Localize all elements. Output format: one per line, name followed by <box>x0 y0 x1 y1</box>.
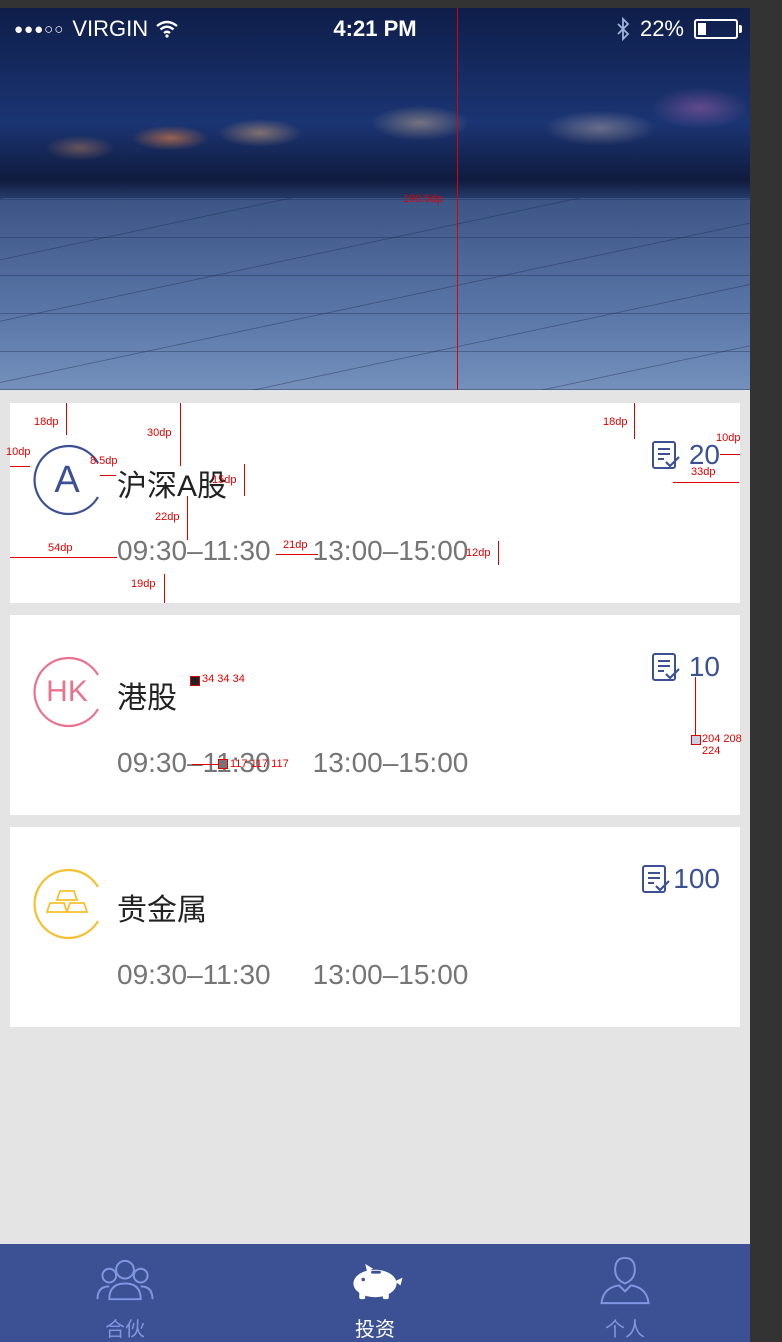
annotation-line <box>187 496 188 540</box>
tab-bar: 合伙 投资 个人 <box>0 1244 750 1342</box>
morning-session: 09:30–11:30 <box>117 535 271 566</box>
market-card-precious-metals[interactable]: 贵金属 09:30–11:30 13:00–15:00 100 <box>10 827 740 1027</box>
annotation-line <box>720 454 740 455</box>
gold-bars-icon <box>33 868 99 940</box>
tab-invest[interactable]: 投资 <box>250 1244 500 1342</box>
annotation-line <box>498 541 499 565</box>
annotation-logo-top: 30dp <box>147 427 172 439</box>
market-name: 贵金属 <box>117 894 207 927</box>
order-list-icon <box>651 441 680 469</box>
app-screen: ●●●○○ VIRGIN 4:21 PM 22% A 沪深A股 09:30–11… <box>0 8 750 1342</box>
battery-percent: 22% <box>639 16 684 41</box>
annotation-time-gap: 21dp <box>283 539 308 551</box>
annotation-text-size: 15dp <box>212 474 237 486</box>
annotation-badge-right: 10dp <box>716 432 741 444</box>
afternoon-session: 13:00–15:00 <box>312 535 469 566</box>
tab-personal[interactable]: 个人 <box>500 1244 750 1342</box>
annotation-line <box>180 403 181 466</box>
piggy-bank-icon <box>353 1263 403 1300</box>
annotation-line <box>164 574 165 603</box>
market-card-hk-stocks[interactable]: HK 港股 09:30–11:30 13:00–15:00 10 <box>10 615 740 815</box>
color-swatch-name <box>190 676 200 686</box>
battery-icon <box>694 19 742 39</box>
annotation-badge-width: 33dp <box>691 466 716 478</box>
afternoon-session: 13:00–15:00 <box>312 959 469 990</box>
annotation-bottom-margin: 19dp <box>131 578 156 590</box>
afternoon-session: 13:00–15:00 <box>312 747 469 778</box>
tab-label: 个人 <box>605 1319 645 1341</box>
annotation-logo-gap: 8.5dp <box>90 455 118 467</box>
annotation-color-badge: 204 208 224 <box>702 733 742 757</box>
partners-icon <box>96 1259 154 1301</box>
color-swatch-time <box>218 759 228 769</box>
annotation-line <box>673 482 739 483</box>
order-list-icon <box>651 653 680 681</box>
order-count: 10 <box>688 651 720 682</box>
annotation-time-indent: 54dp <box>48 542 73 554</box>
status-right: 22% <box>616 16 742 42</box>
annotation-name-gap: 22dp <box>155 511 180 523</box>
annotation-line <box>276 554 318 555</box>
annotation-line <box>10 466 30 467</box>
annotation-line <box>244 464 245 496</box>
market-name: 港股 <box>117 682 177 715</box>
annotation-hero-height-line <box>457 8 458 390</box>
tab-label: 投资 <box>355 1319 395 1341</box>
color-swatch-badge <box>691 735 701 745</box>
market-card-a-shares[interactable]: A 沪深A股 09:30–11:30 13:00–15:00 20 <box>10 403 740 603</box>
annotation-line <box>192 764 218 765</box>
morning-session: 09:30–11:30 <box>117 959 271 990</box>
market-name: 沪深A股 <box>117 470 228 503</box>
order-list-icon <box>642 865 671 893</box>
annotation-line <box>100 475 116 476</box>
annotation-time-size: 12dp <box>466 547 491 559</box>
annotation-line <box>695 677 696 737</box>
tab-partners[interactable]: 合伙 <box>0 1244 250 1342</box>
hk-logo-letters: HK <box>46 675 88 708</box>
trading-hours: 09:30–11:30 13:00–15:00 <box>117 959 468 991</box>
annotation-left-margin: 10dp <box>6 446 31 458</box>
bluetooth-icon <box>617 17 630 41</box>
order-count-badge[interactable]: 100 <box>641 863 720 895</box>
annotation-color-time: 117 117 117 <box>230 758 289 770</box>
annotation-hero-height: 190.5dp <box>403 193 443 205</box>
annotation-color-name: 34 34 34 <box>202 673 245 685</box>
order-count-badge[interactable]: 10 <box>651 651 720 683</box>
person-icon <box>600 1256 650 1305</box>
annotation-top-margin: 18dp <box>34 416 59 428</box>
hero-floor <box>0 198 750 390</box>
annotation-line <box>66 403 67 435</box>
annotation-line <box>10 557 117 558</box>
order-count: 100 <box>673 863 720 894</box>
hero-banner: ●●●○○ VIRGIN 4:21 PM 22% <box>0 8 750 390</box>
tab-label: 合伙 <box>105 1319 145 1341</box>
battery-fill <box>698 23 706 35</box>
trading-hours: 09:30–11:30 13:00–15:00 <box>117 747 468 779</box>
annotation-badge-top: 18dp <box>603 416 628 428</box>
status-bar: ●●●○○ VIRGIN 4:21 PM 22% <box>0 8 750 48</box>
annotation-line <box>634 403 635 439</box>
